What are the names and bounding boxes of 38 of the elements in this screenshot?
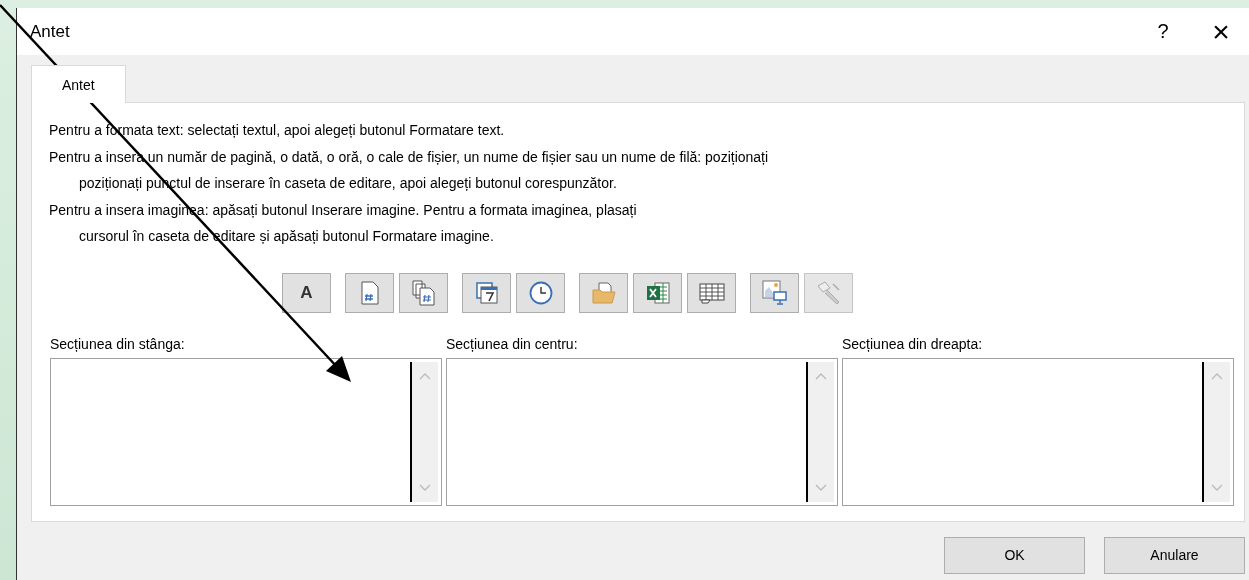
sheet-name-button[interactable]: [687, 272, 736, 313]
section-label: Secțiunea din stânga:: [50, 334, 186, 353]
scroll-down-icon: [1211, 483, 1223, 492]
calendar-icon: [475, 281, 498, 304]
scroll-down-icon: [419, 483, 431, 492]
ok-button[interactable]: OK: [944, 536, 1085, 574]
close-button[interactable]: ×: [1201, 11, 1241, 52]
scrollbar[interactable]: [1202, 361, 1230, 502]
format-text-button[interactable]: A: [282, 272, 331, 313]
scrollbar[interactable]: [410, 361, 438, 502]
file-path-button[interactable]: [579, 272, 628, 313]
cancel-button[interactable]: Anulare: [1104, 536, 1245, 574]
date-button[interactable]: [462, 272, 511, 313]
section-text-field[interactable]: [842, 357, 1234, 506]
page-count-button[interactable]: [399, 272, 448, 313]
section-text-field[interactable]: [446, 357, 838, 506]
tab[interactable]: Antet: [31, 65, 126, 103]
page-hash-icon: [359, 280, 380, 305]
spreadsheet-file-icon: [645, 280, 670, 305]
time-button[interactable]: [516, 272, 565, 313]
scroll-down-icon: [815, 483, 827, 492]
folder-icon: [591, 281, 616, 304]
picture-monitor-icon: [761, 279, 788, 306]
window-title: Antet: [30, 21, 71, 42]
scroll-up-icon: [419, 371, 431, 380]
clock-icon: [528, 280, 553, 305]
scroll-up-icon: [1211, 371, 1223, 380]
insert-picture-button[interactable]: [750, 272, 799, 313]
pages-hash-icon: [411, 279, 436, 306]
section-label: Secțiunea din dreapta:: [842, 334, 984, 353]
scrollbar[interactable]: [806, 361, 834, 502]
section-text-field[interactable]: [50, 357, 442, 506]
section-label: Secțiunea din centru:: [446, 334, 579, 353]
scroll-up-icon: [815, 371, 827, 380]
page-number-button[interactable]: [345, 272, 394, 313]
grid-icon: [698, 281, 725, 304]
file-name-button[interactable]: [633, 272, 682, 313]
help-button[interactable]: ?: [1143, 11, 1183, 52]
